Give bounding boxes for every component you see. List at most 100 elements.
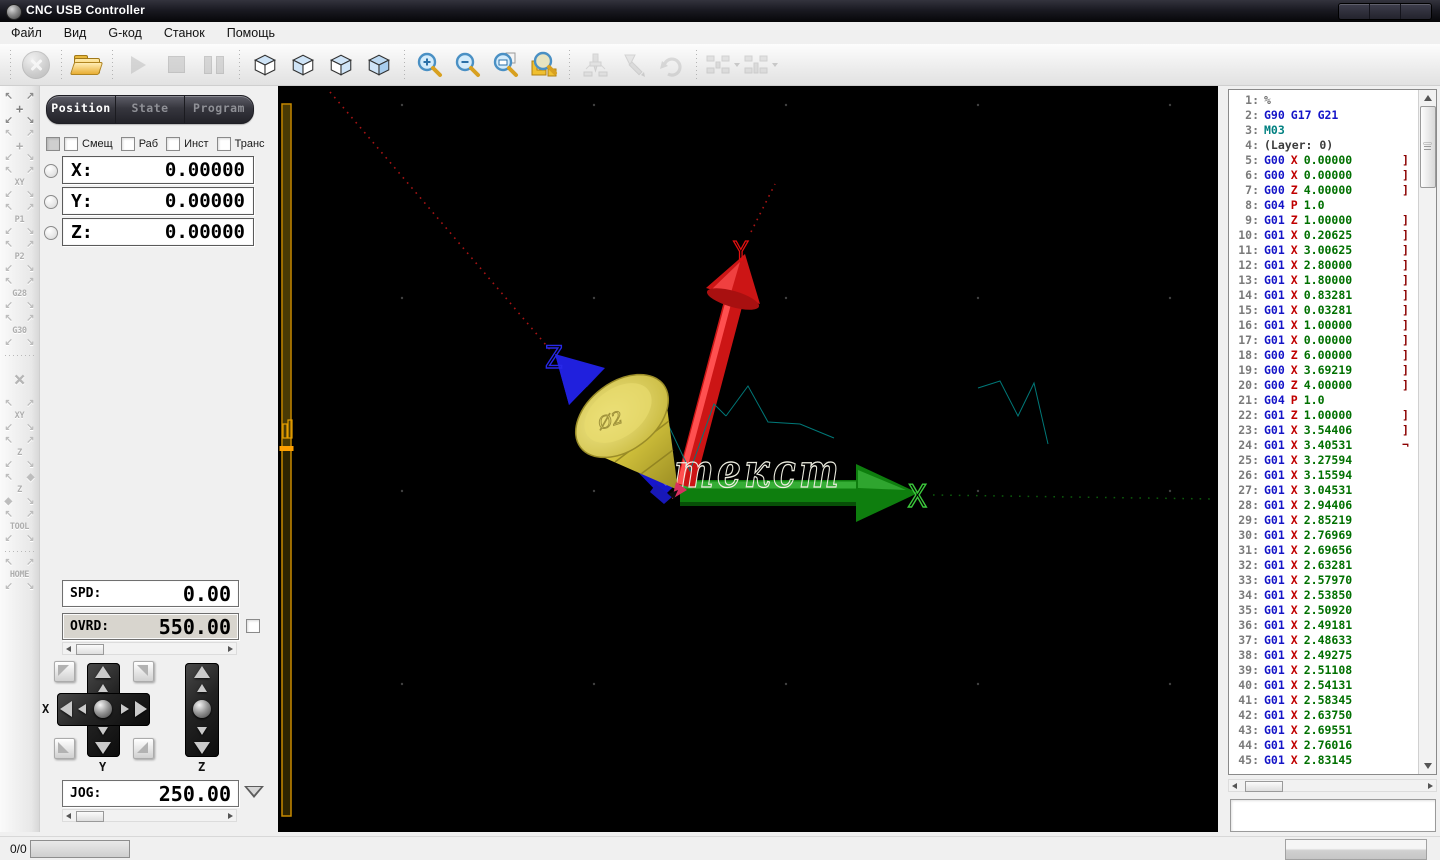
axis-radio[interactable] [44,226,58,240]
scroll-right-arrow-icon[interactable] [1428,783,1433,789]
slider-left-arrow-icon[interactable] [66,646,71,652]
maximize-button[interactable] [1370,4,1401,19]
gcode-line[interactable]: 19: G00 X 3.69219] [1229,363,1417,378]
jog-xy-diagonal-ne-button[interactable] [133,661,154,682]
jog-y-plus-small-icon[interactable] [98,684,108,692]
tab-program[interactable]: Program [185,96,253,123]
slider-right-arrow-icon[interactable] [228,813,233,819]
jog-slider[interactable] [62,809,237,822]
gcode-line[interactable]: 8: G04 P 1.0 [1229,198,1417,213]
scroll-left-arrow-icon[interactable] [1232,783,1237,789]
gcode-line[interactable]: 45: G01 X 2.83145 [1229,753,1417,768]
menu-item-2[interactable]: G-код [97,24,152,42]
mdi-input-box[interactable] [1230,799,1436,832]
jog-z-center-ball[interactable] [193,700,211,718]
goto-p2-button[interactable]: ↖ ↗ ↙ ↘ P2 [3,239,37,275]
gcode-line[interactable]: 7: G00 Z 4.00000] [1229,183,1417,198]
slider-left-arrow-icon[interactable] [66,813,71,819]
gcode-line[interactable]: 31: G01 X 2.69656 [1229,543,1417,558]
checkbox-Смещ[interactable] [64,137,78,151]
menu-item-3[interactable]: Станок [153,24,216,42]
gcode-line[interactable]: 44: G01 X 2.76016 [1229,738,1417,753]
gcode-line[interactable]: 36: G01 X 2.49181 [1229,618,1417,633]
zoom-window-button[interactable] [488,47,524,83]
scroll-thumb[interactable] [1245,781,1283,792]
jog-z-minus-small-icon[interactable] [197,727,207,735]
gcode-line[interactable]: 28: G01 X 2.94406 [1229,498,1417,513]
jog-xy-diagonal-nw-button[interactable] [54,661,75,682]
jog-z-plus-small-icon[interactable] [197,684,207,692]
gcode-line[interactable]: 30: G01 X 2.76969 [1229,528,1417,543]
jog-x-minus-icon[interactable] [60,701,72,717]
gcode-line[interactable]: 11: G01 X 3.00625] [1229,243,1417,258]
zoom-in-button[interactable] [412,47,448,83]
offset-move-button[interactable]: ↖ ↗ ↙ ↘ + [3,91,37,127]
axes-preset-1-button[interactable] [704,47,740,83]
pause-button[interactable] [196,47,232,83]
jog-speed-display[interactable]: JOG: 250.00 [62,780,239,807]
measure-z-button[interactable]: ↖ ◆ ◆ ↘ Z [3,472,37,508]
gcode-line[interactable]: 15: G01 X 0.03281] [1229,303,1417,318]
offset-move-alt-button[interactable]: ↖ ↗ ↙ ↘ + [3,128,37,164]
tool-measure-button[interactable] [615,47,651,83]
checkbox-main[interactable] [46,137,60,151]
minimize-button[interactable] [1339,4,1370,19]
view-top-button[interactable] [247,47,283,83]
jog-y-minus-small-icon[interactable] [98,727,108,735]
gcode-line[interactable]: 24: G01 X 3.40531 ¬ [1229,438,1417,453]
gcode-line[interactable]: 5: G00 X 0.00000] [1229,153,1417,168]
scroll-thumb[interactable] [1420,106,1436,188]
zoom-out-button[interactable] [450,47,486,83]
goto-g28-button[interactable]: ↖ ↗ ↙ ↘ G28 [3,276,37,312]
gcode-line[interactable]: 38: G01 X 2.49275 [1229,648,1417,663]
zero-all-button[interactable]: × [3,361,37,397]
axis-display[interactable]: Y: 0.00000 [62,187,254,215]
stop-button[interactable] [158,47,194,83]
open-file-button[interactable] [69,47,105,83]
axes-preset-2-button[interactable] [742,47,778,83]
override-checkbox[interactable] [246,619,260,633]
jog-xy-diagonal-se-button[interactable] [133,738,154,759]
gcode-line[interactable]: 27: G01 X 3.04531 [1229,483,1417,498]
scroll-up-arrow-icon[interactable] [1424,95,1432,101]
gcode-line[interactable]: 32: G01 X 2.63281 [1229,558,1417,573]
tab-state[interactable]: State [116,96,185,123]
play-button[interactable] [120,47,156,83]
tool-change-button[interactable]: ↖ ↗ ↙ ↘ TOOL [3,509,37,545]
tab-position[interactable]: Position [47,96,116,123]
gcode-line[interactable]: 2: G90 G17 G21 [1229,108,1417,123]
gcode-line[interactable]: 22: G01 Z 1.00000] [1229,408,1417,423]
jog-y-plus-icon[interactable] [95,666,111,678]
gcode-vertical-scrollbar[interactable] [1418,90,1436,774]
gcode-line[interactable]: 23: G01 X 3.54406] [1229,423,1417,438]
reset-button[interactable] [18,47,54,83]
gcode-line[interactable]: 26: G01 X 3.15594 [1229,468,1417,483]
gcode-line[interactable]: 29: G01 X 2.85219 [1229,513,1417,528]
gcode-line[interactable]: 41: G01 X 2.58345 [1229,693,1417,708]
close-button[interactable] [1401,4,1431,19]
menu-item-0[interactable]: Файл [0,24,53,42]
gcode-line[interactable]: 16: G01 X 1.00000] [1229,318,1417,333]
zero-xy-button[interactable]: ↖ ↗ ↙ ↘ XY [3,398,37,434]
gcode-line[interactable]: 18: G00 Z 6.00000] [1229,348,1417,363]
gcode-line[interactable]: 1:% [1229,93,1417,108]
goto-xy-button[interactable]: ↖ ↗ ↙ ↘ XY [3,165,37,201]
gcode-line[interactable]: 12: G01 X 2.80000] [1229,258,1417,273]
jog-dropdown-icon[interactable] [244,786,264,798]
override-display[interactable]: OVRD: 550.00 [62,613,239,640]
home-button[interactable]: ↖ ↗ ↙ ↘ HOME [3,557,37,593]
gcode-line[interactable]: 10: G01 X 0.20625] [1229,228,1417,243]
gcode-line[interactable]: 6: G00 X 0.00000] [1229,168,1417,183]
view-side-button[interactable] [323,47,359,83]
viewport-3d[interactable]: текст Ø2 X Y Z [278,86,1218,832]
gcode-line[interactable]: 40: G01 X 2.54131 [1229,678,1417,693]
checkbox-Инст[interactable] [166,137,181,151]
view-iso-button[interactable] [361,47,397,83]
goto-g30-button[interactable]: ↖ ↗ ↙ ↘ G30 [3,313,37,349]
slider-thumb[interactable] [76,644,104,655]
gcode-line[interactable]: 14: G01 X 0.83281] [1229,288,1417,303]
jog-x-plus-icon[interactable] [135,701,147,717]
jog-y-minus-icon[interactable] [95,742,111,754]
menu-item-4[interactable]: Помощь [216,24,286,42]
axis-radio[interactable] [44,195,58,209]
